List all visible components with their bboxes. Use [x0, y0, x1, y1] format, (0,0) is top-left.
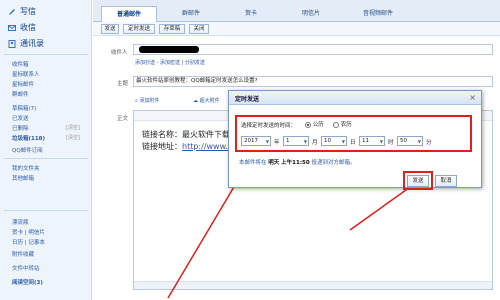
annotation-arrow-line [167, 179, 239, 299]
gregorian-label: 公历 [312, 122, 324, 128]
month-unit: 月 [312, 140, 318, 146]
dialog-title: 定时发送 [235, 96, 260, 103]
hour-select[interactable]: 11 ▼ [359, 136, 385, 146]
hour-value: 11 [362, 138, 369, 144]
chevron-down-icon: ▼ [265, 139, 269, 144]
minute-unit: 分 [426, 140, 432, 146]
day-value: 10 [324, 138, 331, 144]
lunar-label: 农历 [340, 122, 352, 128]
scheduled-send-dialog: 定时发送 × 选择定时发送的时间： 公历 农历 2017 ▼ 年 1 ▼ 月 10 ▼… [228, 90, 482, 190]
year-unit: 年 [274, 140, 280, 146]
month-value: 1 [286, 138, 290, 144]
minute-value: 50 [400, 138, 407, 144]
close-icon[interactable]: × [469, 93, 476, 102]
radio-gregorian[interactable] [305, 121, 311, 128]
hour-unit: 时 [388, 140, 394, 146]
year-select[interactable]: 2017 ▼ [241, 136, 271, 146]
select-time-label: 选择定时发送的时间： [241, 123, 297, 129]
note-time: 明天 上午11:50 [268, 160, 310, 166]
lunar-option[interactable]: 农历 [333, 120, 352, 128]
highlight-box: 选择定时发送的时间： 公历 农历 2017 ▼ 年 1 ▼ 月 10 ▼ 日 11 ▼ … [235, 115, 472, 152]
chevron-down-icon: ▼ [379, 139, 383, 144]
day-select[interactable]: 10 ▼ [321, 136, 347, 146]
radio-lunar[interactable] [333, 121, 339, 128]
dialog-title-bar: 定时发送 × [229, 91, 481, 105]
chevron-down-icon: ▼ [303, 139, 307, 144]
dialog-send-button[interactable]: 发送 [407, 175, 429, 187]
dialog-cancel-button[interactable]: 取消 [435, 175, 457, 187]
minute-select[interactable]: 50 ▼ [397, 136, 423, 146]
note-prefix: 本邮件将在 [239, 160, 267, 166]
day-unit: 日 [350, 140, 356, 146]
chevron-down-icon: ▼ [417, 139, 421, 144]
delivery-note: 本邮件将在 明天 上午11:50 投递到对方邮箱。 [239, 158, 355, 166]
year-value: 2017 [244, 138, 258, 144]
note-suffix: 投递到对方邮箱。 [311, 160, 356, 166]
month-select[interactable]: 1 ▼ [283, 136, 309, 146]
gregorian-option[interactable]: 公历 [305, 120, 324, 128]
chevron-down-icon: ▼ [341, 139, 345, 144]
